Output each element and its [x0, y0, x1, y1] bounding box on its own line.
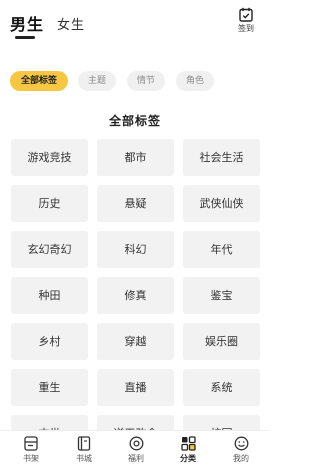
nav-bookstore[interactable]: 书城: [64, 436, 104, 464]
tag-item[interactable]: 重生: [11, 369, 88, 406]
tab-female[interactable]: 女生: [57, 14, 85, 33]
top-header: 男生 女生 签到: [0, 0, 270, 46]
tag-item[interactable]: 玄幻奇幻: [11, 231, 88, 268]
tag-item[interactable]: 乡村: [11, 323, 88, 360]
book-icon: [77, 436, 91, 451]
category-grid-icon: [180, 436, 196, 451]
chip-all-tags[interactable]: 全部标签: [10, 71, 68, 91]
chip-plot[interactable]: 情节: [127, 71, 165, 91]
tag-item[interactable]: 穿越: [97, 323, 174, 360]
tag-item[interactable]: 武侠仙侠: [183, 185, 260, 222]
tag-grid: 游戏竞技 都市 社会生活 历史 悬疑 武侠仙侠 玄幻奇幻 科幻 年代 种田 修真…: [11, 139, 260, 430]
tag-item[interactable]: 鉴宝: [183, 277, 260, 314]
tag-item[interactable]: 历史: [11, 185, 88, 222]
tag-item[interactable]: 种田: [11, 277, 88, 314]
bookshelf-icon: [24, 436, 38, 451]
nav-label: 分类: [180, 454, 196, 463]
tag-item[interactable]: 都市: [97, 139, 174, 176]
nav-bookshelf[interactable]: 书架: [11, 436, 51, 464]
tag-item[interactable]: 修真: [97, 277, 174, 314]
nav-label: 福利: [128, 454, 144, 463]
nav-profile[interactable]: 我的: [221, 436, 261, 464]
nav-label: 书城: [76, 454, 92, 463]
tag-item[interactable]: 悬疑: [97, 185, 174, 222]
nav-welfare[interactable]: 福利: [116, 436, 156, 464]
tag-item[interactable]: 系统: [183, 369, 260, 406]
bottom-nav: 书架 书城 福利 分类 我的: [0, 430, 270, 470]
gift-icon: [129, 436, 143, 451]
tag-item[interactable]: 末世: [11, 415, 88, 430]
tag-item[interactable]: 年代: [183, 231, 260, 268]
chip-theme[interactable]: 主题: [78, 71, 116, 91]
signin-label: 签到: [238, 24, 254, 33]
calendar-check-icon: [239, 7, 253, 22]
chip-role[interactable]: 角色: [176, 71, 214, 91]
section-title: 全部标签: [108, 114, 161, 128]
tag-item[interactable]: 游戏竞技: [11, 139, 88, 176]
tag-item[interactable]: 娱乐圈: [183, 323, 260, 360]
tag-item[interactable]: 逆天改命: [97, 415, 174, 430]
nav-label: 书架: [23, 454, 39, 463]
tag-item[interactable]: 科幻: [97, 231, 174, 268]
profile-face-icon: [234, 436, 248, 451]
tag-item[interactable]: 社会生活: [183, 139, 260, 176]
nav-category[interactable]: 分类: [168, 436, 208, 464]
tab-active-indicator: [15, 36, 35, 39]
signin-button[interactable]: 签到: [232, 7, 260, 34]
nav-label: 我的: [233, 454, 249, 463]
tag-item[interactable]: 校园: [183, 415, 260, 430]
tag-item[interactable]: 直播: [97, 369, 174, 406]
tab-male[interactable]: 男生: [10, 11, 44, 35]
